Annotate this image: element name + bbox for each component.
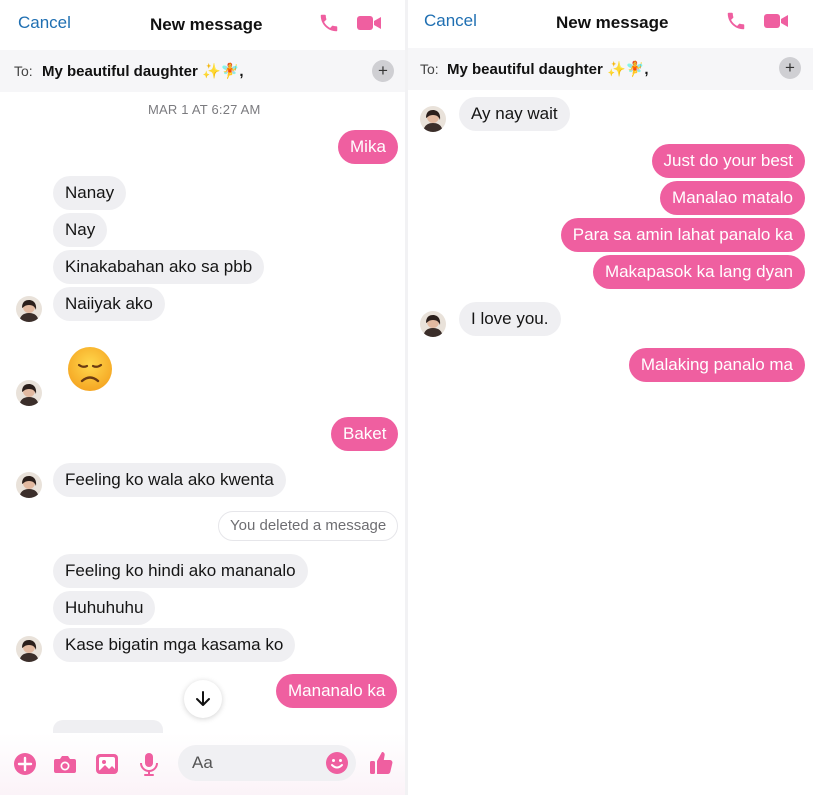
to-label: To:	[14, 63, 33, 79]
microphone-icon[interactable]	[136, 751, 162, 777]
message-input-placeholder: Aa	[192, 753, 213, 772]
to-label: To:	[420, 61, 439, 77]
phone-icon[interactable]	[316, 10, 342, 36]
message-bubble-outgoing[interactable]: Mika	[338, 130, 398, 164]
message-bubble-incoming[interactable]: Kase bigatin mga kasama ko	[53, 628, 296, 662]
avatar[interactable]	[16, 380, 42, 406]
recipient-bar[interactable]: To: My beautiful daughter ✨🧚, +	[0, 50, 405, 92]
message-bubble-outgoing[interactable]: Para sa amin lahat panalo ka	[560, 218, 805, 252]
message-composer: Aa	[0, 733, 405, 795]
message-bubble-incoming[interactable]: Huhuhuhu	[53, 591, 156, 625]
recipient-name: My beautiful daughter ✨🧚,	[447, 61, 649, 78]
message-bubble-outgoing[interactable]: Baket	[331, 417, 399, 451]
page-title: New message	[150, 15, 263, 34]
emoji-icon[interactable]	[324, 750, 350, 776]
disappointed-face-emoji[interactable]	[67, 346, 113, 392]
message-bubble-incoming[interactable]: Nanay	[53, 176, 127, 210]
scroll-to-bottom-button[interactable]	[184, 680, 222, 718]
video-call-icon[interactable]	[763, 8, 789, 34]
message-input[interactable]: Aa	[178, 745, 356, 781]
camera-icon[interactable]	[52, 751, 78, 777]
chat-header: Cancel New message	[0, 0, 405, 48]
avatar[interactable]	[16, 636, 42, 662]
message-bubble-incoming[interactable]: I love you.	[459, 302, 561, 336]
add-recipient-button[interactable]: +	[779, 57, 801, 79]
message-bubble-outgoing[interactable]: Makapasok ka lang dyan	[592, 255, 805, 289]
avatar[interactable]	[420, 311, 446, 337]
timestamp: MAR 1 AT 6:27 AM	[148, 102, 261, 117]
gallery-icon[interactable]	[94, 751, 120, 777]
thumbs-up-icon[interactable]	[368, 750, 394, 776]
add-recipient-button[interactable]: +	[372, 60, 394, 82]
avatar[interactable]	[420, 106, 446, 132]
plus-circle-icon[interactable]	[12, 751, 38, 777]
avatar[interactable]	[16, 472, 42, 498]
partial-message-bubble	[53, 720, 163, 734]
message-bubble-incoming[interactable]: Kinakabahan ako sa pbb	[53, 250, 265, 284]
left-chat-screen: Cancel New message To: My beautiful daug…	[0, 0, 405, 795]
arrow-down-icon	[196, 691, 210, 706]
message-bubble-incoming[interactable]: Naiiyak ako	[53, 287, 165, 321]
right-chat-screen: Cancel New message To: My beautiful daug…	[408, 0, 813, 795]
video-call-icon[interactable]	[356, 10, 382, 36]
phone-icon[interactable]	[723, 8, 749, 34]
recipient-bar[interactable]: To: My beautiful daughter ✨🧚, +	[408, 48, 813, 90]
message-bubble-incoming[interactable]: Ay nay wait	[459, 97, 570, 131]
message-bubble-outgoing[interactable]: Manalao matalo	[660, 181, 805, 215]
cancel-button[interactable]: Cancel	[18, 13, 71, 33]
message-bubble-incoming[interactable]: Feeling ko hindi ako mananalo	[53, 554, 308, 588]
page-title: New message	[556, 13, 669, 32]
recipient-name: My beautiful daughter ✨🧚,	[42, 63, 244, 80]
screenshot-collage: Cancel New message To: My beautiful daug…	[0, 0, 813, 795]
avatar[interactable]	[16, 296, 42, 322]
chat-header: Cancel New message	[408, 0, 813, 48]
message-bubble-outgoing[interactable]: Mananalo ka	[276, 674, 398, 708]
message-bubble-outgoing[interactable]: Just do your best	[651, 144, 805, 178]
cancel-button[interactable]: Cancel	[424, 11, 477, 31]
message-bubble-incoming[interactable]: Nay	[53, 213, 108, 247]
message-bubble-outgoing[interactable]: Malaking panalo ma	[628, 348, 805, 382]
deleted-message-notice: You deleted a message	[218, 511, 399, 541]
message-bubble-incoming[interactable]: Feeling ko wala ako kwenta	[53, 463, 286, 497]
